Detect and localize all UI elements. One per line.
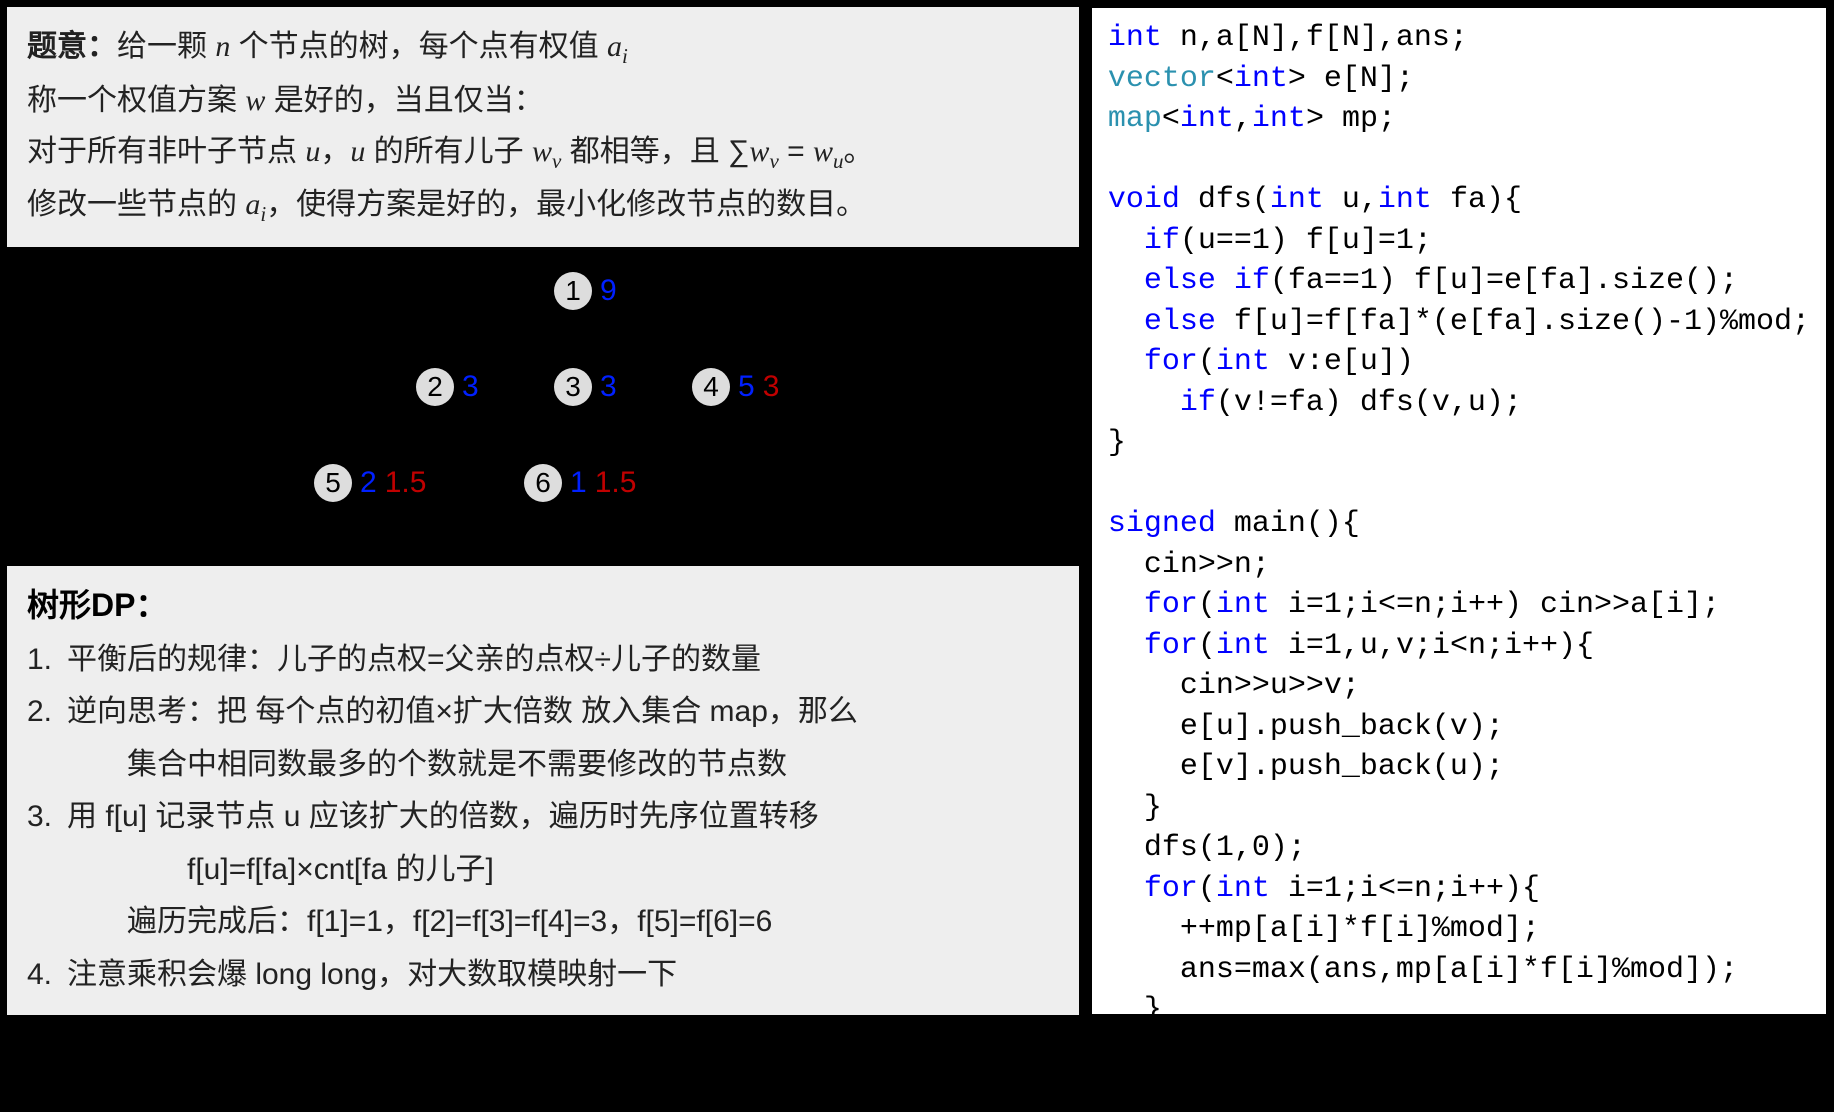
dp-item-3c: 遍历完成后：f[1]=1，f[2]=f[3]=f[4]=3，f[5]=f[6]=… [27, 896, 1059, 949]
node-weight-red: 1.5 [595, 466, 637, 500]
node-id: 3 [554, 368, 592, 406]
problem-line-2: 称一个权值方案 w 是好的，当且仅当： [27, 75, 1059, 126]
dp-item-2b: 集合中相同数最多的个数就是不需要修改的节点数 [27, 739, 1059, 792]
node-weight-blue: 1 [570, 466, 587, 500]
problem-line-1: 题意：给一颗 n 个节点的树，每个点有权值 ai [27, 21, 1059, 75]
problem-line-4: 修改一些节点的 ai，使得方案是好的，最小化修改节点的数目。 [27, 179, 1059, 233]
node-weight-blue: 2 [360, 466, 377, 500]
dp-item-3a: 3.用 f[u] 记录节点 u 应该扩大的倍数，遍历时先序位置转移 [27, 791, 1059, 844]
dp-list: 1.平衡后的规律：儿子的点权=父亲的点权÷儿子的数量 2.逆向思考：把 每个点的… [27, 634, 1059, 1002]
code-block: int n,a[N],f[N],ans; vector<int> e[N]; m… [1108, 18, 1810, 1112]
code-panel: int n,a[N],f[N],ans; vector<int> e[N]; m… [1088, 4, 1830, 1018]
node-id: 1 [554, 272, 592, 310]
problem-box: 题意：给一颗 n 个节点的树，每个点有权值 ai 称一个权值方案 w 是好的，当… [4, 4, 1082, 250]
tree-node-2: 2 3 [416, 368, 479, 406]
node-weight-blue: 3 [600, 370, 617, 404]
tree-diagram: 1 9 2 3 3 3 4 5 3 5 2 1.5 6 1 1.5 [4, 250, 1082, 562]
problem-title: 题意： [27, 30, 117, 63]
solution-box: 树形DP： 1.平衡后的规律：儿子的点权=父亲的点权÷儿子的数量 2.逆向思考：… [4, 563, 1082, 1019]
tree-node-3: 3 3 [554, 368, 617, 406]
node-weight-red: 1.5 [385, 466, 427, 500]
node-id: 6 [524, 464, 562, 502]
tree-node-1: 1 9 [554, 272, 617, 310]
node-weight-blue: 3 [462, 370, 479, 404]
dp-title: 树形DP： [27, 580, 1059, 626]
tree-node-5: 5 2 1.5 [314, 464, 426, 502]
node-weight-red: 3 [763, 370, 780, 404]
dp-item-4: 4.注意乘积会爆 long long，对大数取模映射一下 [27, 949, 1059, 1002]
node-id: 4 [692, 368, 730, 406]
dp-item-1: 1.平衡后的规律：儿子的点权=父亲的点权÷儿子的数量 [27, 634, 1059, 687]
dp-item-3b: f[u]=f[fa]×cnt[fa 的儿子] [27, 844, 1059, 897]
node-id: 2 [416, 368, 454, 406]
node-weight-blue: 5 [738, 370, 755, 404]
node-weight-blue: 9 [600, 274, 617, 308]
tree-node-6: 6 1 1.5 [524, 464, 636, 502]
node-id: 5 [314, 464, 352, 502]
tree-node-4: 4 5 3 [692, 368, 779, 406]
problem-line-3: 对于所有非叶子节点 u，u 的所有儿子 wv 都相等，且 ∑wv = wu。 [27, 126, 1059, 180]
dp-item-2a: 2.逆向思考：把 每个点的初值×扩大倍数 放入集合 map，那么 [27, 686, 1059, 739]
